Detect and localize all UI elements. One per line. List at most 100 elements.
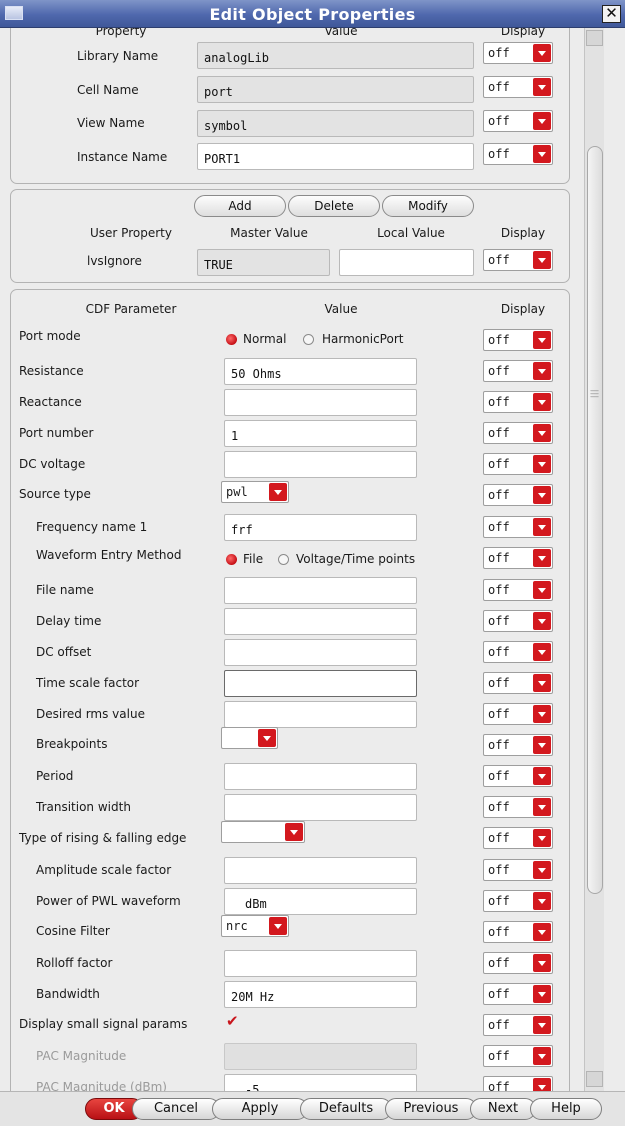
amp-scale-display-combo[interactable]: off <box>483 859 553 881</box>
library-name-display-combo[interactable]: off <box>483 42 553 64</box>
rolloff-field[interactable] <box>224 950 417 977</box>
dc-offset-display-combo[interactable]: off <box>483 641 553 663</box>
source-type-combo[interactable]: pwl <box>221 481 289 503</box>
instance-name-field[interactable]: PORT1 <box>197 143 474 170</box>
transition-width-display-combo[interactable]: off <box>483 796 553 818</box>
previous-button[interactable]: Previous <box>385 1098 477 1120</box>
pwl-power-label: Power of PWL waveform <box>36 894 181 908</box>
desired-rms-display-combo[interactable]: off <box>483 703 553 725</box>
title-bar: Edit Object Properties ✕ <box>0 0 625 28</box>
display-value: off <box>488 488 510 502</box>
edge-type-combo[interactable] <box>221 821 305 843</box>
dropdown-arrow-icon <box>533 1078 551 1091</box>
dropdown-arrow-icon <box>533 643 551 661</box>
waveform-entry-display-combo[interactable]: off <box>483 547 553 569</box>
time-scale-field[interactable] <box>224 670 417 697</box>
cosine-filter-combo[interactable]: nrc <box>221 915 289 937</box>
delay-time-display-combo[interactable]: off <box>483 610 553 632</box>
rolloff-display-combo[interactable]: off <box>483 952 553 974</box>
library-name-field[interactable]: analogLib <box>197 42 474 69</box>
transition-width-field[interactable] <box>224 794 417 821</box>
port-mode-normal-radio[interactable] <box>226 334 237 345</box>
dc-voltage-field[interactable] <box>224 451 417 478</box>
frequency-name-field[interactable]: frf <box>224 514 417 541</box>
small-signal-checkbox[interactable]: ✔ <box>226 1012 239 1030</box>
source-type-label: Source type <box>19 487 91 501</box>
modify-button[interactable]: Modify <box>382 195 474 217</box>
period-display-combo[interactable]: off <box>483 765 553 787</box>
help-button[interactable]: Help <box>530 1098 602 1120</box>
apply-button[interactable]: Apply <box>212 1098 308 1120</box>
bandwidth-field[interactable]: 20M Hz <box>224 981 417 1008</box>
user-display-header: Display <box>500 226 546 240</box>
delay-time-field[interactable] <box>224 608 417 635</box>
dropdown-arrow-icon <box>533 736 551 754</box>
port-mode-display-combo[interactable]: off <box>483 329 553 351</box>
view-name-field[interactable]: symbol <box>197 110 474 137</box>
defaults-button[interactable]: Defaults <box>300 1098 392 1120</box>
window-title: Edit Object Properties <box>209 5 416 24</box>
view-name-display-combo[interactable]: off <box>483 110 553 132</box>
scroll-down-button[interactable] <box>586 1071 603 1087</box>
lvsignore-local-field[interactable] <box>339 249 474 276</box>
source-type-display-combo[interactable]: off <box>483 484 553 506</box>
add-button[interactable]: Add <box>194 195 286 217</box>
scroll-up-button[interactable] <box>586 30 603 46</box>
small-signal-label: Display small signal params <box>19 1017 188 1031</box>
pac-magnitude-dbm-display-combo[interactable]: off <box>483 1076 553 1091</box>
time-scale-display-combo[interactable]: off <box>483 672 553 694</box>
scroll-thumb[interactable] <box>587 146 603 894</box>
waveform-file-radio[interactable] <box>226 554 237 565</box>
display-value: off <box>488 645 510 659</box>
cell-name-display-combo[interactable]: off <box>483 76 553 98</box>
close-button[interactable]: ✕ <box>602 5 621 23</box>
edge-type-display-combo[interactable]: off <box>483 827 553 849</box>
cosine-filter-display-combo[interactable]: off <box>483 921 553 943</box>
lvsignore-display-combo[interactable]: off <box>483 249 553 271</box>
cdf-value-header: Value <box>324 302 358 316</box>
file-name-field[interactable] <box>224 577 417 604</box>
bandwidth-display-combo[interactable]: off <box>483 983 553 1005</box>
user-property-header: User Property <box>90 226 172 240</box>
transition-width-label: Transition width <box>36 800 131 814</box>
pac-magnitude-display-combo[interactable]: off <box>483 1045 553 1067</box>
frequency-name-display-combo[interactable]: off <box>483 516 553 538</box>
port-number-display-combo[interactable]: off <box>483 422 553 444</box>
dc-offset-field[interactable] <box>224 639 417 666</box>
library-name-label: Library Name <box>77 49 159 63</box>
properties-panel: Property Value Display Library Name anal… <box>0 28 584 1091</box>
dc-voltage-display-combo[interactable]: off <box>483 453 553 475</box>
period-field[interactable] <box>224 763 417 790</box>
resistance-field[interactable]: 50 Ohms <box>224 358 417 385</box>
breakpoints-combo[interactable] <box>221 727 278 749</box>
cancel-button[interactable]: Cancel <box>132 1098 220 1120</box>
dropdown-arrow-icon <box>533 798 551 816</box>
display-value: off <box>488 147 510 161</box>
port-number-field[interactable]: 1 <box>224 420 417 447</box>
dropdown-arrow-icon <box>533 767 551 785</box>
vertical-scrollbar[interactable]: — — — <box>584 28 604 1091</box>
reactance-display-combo[interactable]: off <box>483 391 553 413</box>
port-mode-harmonic-radio[interactable] <box>303 334 314 345</box>
display-value: off <box>488 987 510 1001</box>
reactance-field[interactable] <box>224 389 417 416</box>
next-button[interactable]: Next <box>470 1098 536 1120</box>
waveform-points-radio[interactable] <box>278 554 289 565</box>
cell-name-field[interactable]: port <box>197 76 474 103</box>
local-value-header: Local Value <box>377 226 445 240</box>
dropdown-arrow-icon <box>533 892 551 910</box>
resistance-display-combo[interactable]: off <box>483 360 553 382</box>
instance-name-display-combo[interactable]: off <box>483 143 553 165</box>
waveform-points-label: Voltage/Time points <box>296 552 416 566</box>
delete-button[interactable]: Delete <box>288 195 380 217</box>
file-name-display-combo[interactable]: off <box>483 579 553 601</box>
pwl-power-display-combo[interactable]: off <box>483 890 553 912</box>
desired-rms-field[interactable] <box>224 701 417 728</box>
breakpoints-display-combo[interactable]: off <box>483 734 553 756</box>
pwl-power-field[interactable]: dBm <box>224 888 417 915</box>
display-value: off <box>488 364 510 378</box>
small-signal-display-combo[interactable]: off <box>483 1014 553 1036</box>
pac-magnitude-dbm-field[interactable]: -5 <box>224 1074 417 1091</box>
amp-scale-field[interactable] <box>224 857 417 884</box>
rolloff-label: Rolloff factor <box>36 956 113 970</box>
